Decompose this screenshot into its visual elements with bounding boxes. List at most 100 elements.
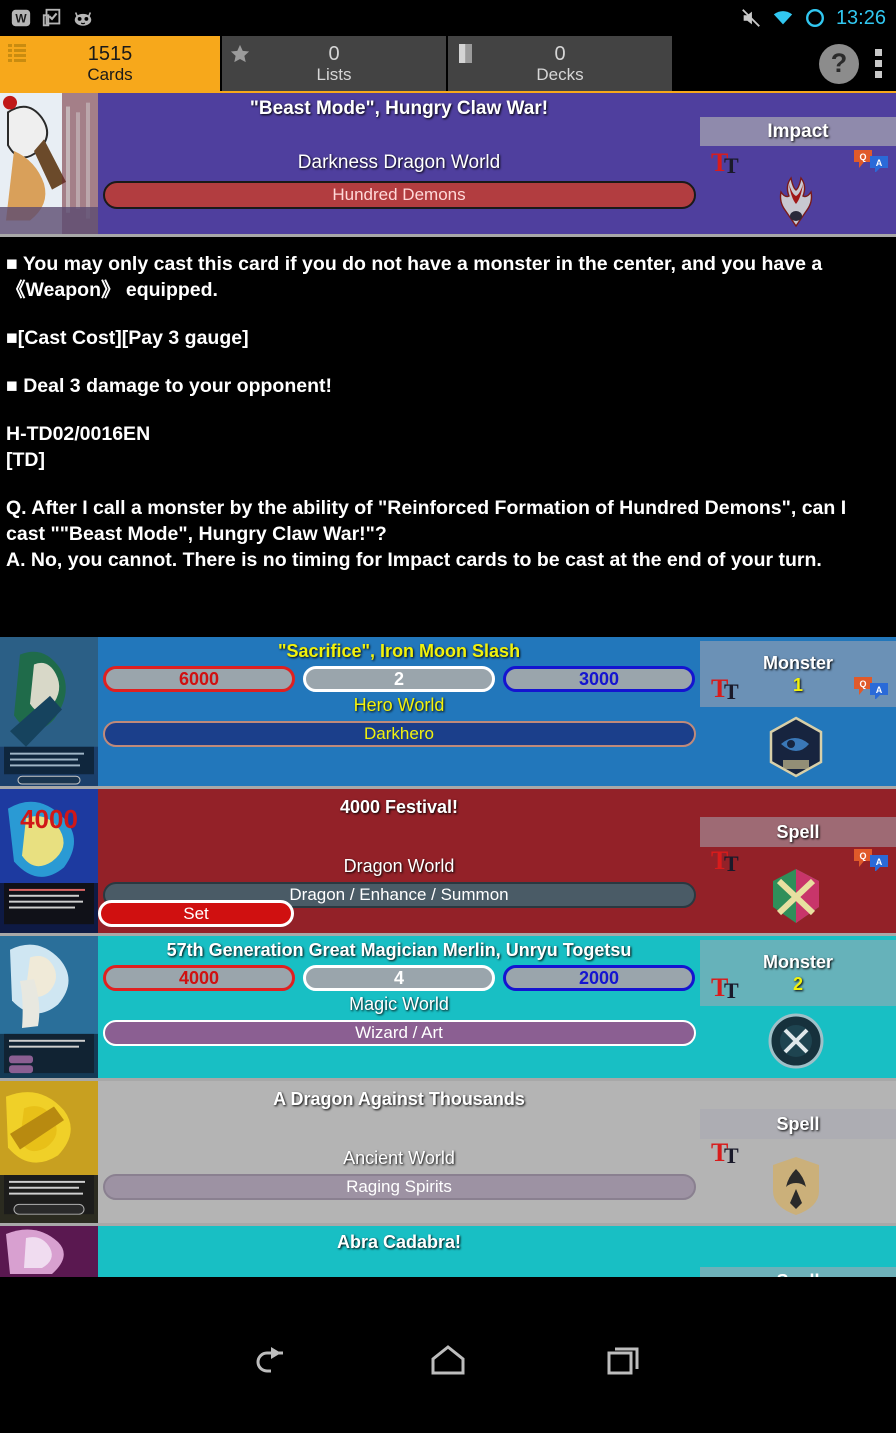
row-card-attribute: Darkhero — [102, 721, 696, 747]
row-thumbnail[interactable] — [0, 1081, 98, 1223]
tab-decks[interactable]: 0 Decks — [448, 36, 674, 91]
card-id: H-TD02/0016EN — [6, 423, 151, 445]
svg-text:T: T — [724, 153, 739, 177]
row-card-title: 57th Generation Great Magician Merlin, U… — [166, 940, 632, 960]
system-navigation-bar — [0, 1290, 896, 1433]
list-lines-icon — [8, 44, 26, 62]
qa-bubble-icon[interactable]: Q A — [852, 847, 890, 871]
text-size-icon[interactable]: T T — [710, 972, 746, 1002]
card-effect-line-2: ■[Cast Cost][Pay 3 gauge] — [6, 327, 249, 349]
card-art-merlin — [0, 936, 98, 1078]
row-card-title: Abra Cadabra! — [336, 1232, 462, 1252]
card-effect-line-1: ■ You may only cast this card if you do … — [6, 253, 823, 301]
card-art-abra-cadabra — [0, 1226, 98, 1277]
detail-card-attribute: Hundred Demons — [102, 181, 696, 209]
row-thumbnail[interactable] — [0, 936, 98, 1078]
card-qa-answer: A. No, you cannot. There is no timing fo… — [6, 549, 822, 571]
help-button[interactable]: ? — [819, 43, 859, 84]
tab-decks-label: Decks — [536, 64, 584, 84]
text-size-icon[interactable]: T T — [710, 147, 746, 177]
svg-text:4000: 4000 — [20, 806, 78, 834]
wifi-icon — [773, 11, 793, 25]
back-nav-icon[interactable] — [249, 1339, 295, 1385]
card-text-block: ■ You may only cast this card if you do … — [0, 237, 896, 637]
row-stat-critical: 4 — [303, 965, 495, 991]
tab-cards[interactable]: 1515 Cards — [0, 36, 222, 91]
row-card-world: Hero World — [353, 695, 445, 715]
row-body: 57th Generation Great Magician Merlin, U… — [98, 936, 700, 1078]
svg-text:A: A — [876, 857, 883, 867]
status-bar: W 13:26 — [0, 0, 896, 36]
row-body: Abra Cadabra! — [98, 1226, 700, 1277]
text-size-icon[interactable]: T T — [710, 845, 746, 875]
row-stat-power: 4000 — [103, 965, 295, 991]
qa-bubble-icon[interactable]: Q A — [852, 148, 890, 172]
clipboard-check-icon — [42, 8, 61, 27]
row-stats: 6000 2 3000 — [103, 666, 695, 692]
table-row[interactable]: 57th Generation Great Magician Merlin, U… — [0, 936, 896, 1081]
row-card-size: 1 — [792, 675, 803, 695]
tab-decks-count: 0 — [554, 42, 566, 65]
svg-text:A: A — [876, 158, 883, 168]
cyanogenmod-icon — [74, 12, 92, 26]
row-card-title: A Dragon Against Thousands — [273, 1089, 525, 1109]
svg-text:Q: Q — [859, 851, 866, 861]
row-body: 4000 Festival! Dragon World Dragon / Enh… — [98, 789, 700, 933]
card-thumbnail[interactable] — [0, 93, 98, 234]
home-nav-icon[interactable] — [425, 1339, 471, 1385]
detail-right-panel: Impact T T Q A — [696, 93, 896, 234]
row-card-type: Spell — [776, 1114, 820, 1134]
card-art-ancient-dragon — [0, 1081, 98, 1223]
row-type-badge: Spell — [700, 1109, 896, 1139]
table-row[interactable]: 4000 4000 Festival! Dragon World Dragon … — [0, 789, 896, 936]
row-card-type: Monster — [762, 653, 833, 673]
row-card-size: 2 — [792, 974, 803, 994]
row-thumbnail[interactable]: 4000 — [0, 789, 98, 933]
row-card-world: Dragon World — [343, 856, 455, 876]
row-set-button[interactable]: Set — [98, 900, 294, 927]
selected-card-detail[interactable]: "Beast Mode", Hungry Claw War! Darkness … — [0, 91, 896, 237]
recents-nav-icon[interactable] — [601, 1339, 647, 1385]
row-card-world: Magic World — [349, 994, 449, 1014]
hero-world-emblem-icon — [769, 716, 823, 778]
w-app-icon: W — [11, 9, 31, 27]
row-right-panel: Spell T T Q A — [696, 789, 896, 933]
text-size-icon[interactable]: T T — [710, 673, 746, 703]
volume-muted-icon — [742, 9, 760, 27]
row-thumbnail[interactable] — [0, 637, 98, 786]
table-row[interactable]: A Dragon Against Thousands Ancient World… — [0, 1081, 896, 1226]
card-effect-line-3: ■ Deal 3 damage to your opponent! — [6, 375, 332, 397]
svg-text:T: T — [724, 1143, 739, 1167]
overflow-menu-icon[interactable] — [873, 47, 884, 80]
card-list[interactable]: "Sacrifice", Iron Moon Slash 6000 2 3000… — [0, 637, 896, 1277]
row-body: A Dragon Against Thousands Ancient World… — [98, 1081, 700, 1223]
row-stats: 4000 4 2000 — [103, 965, 695, 991]
detail-body: "Beast Mode", Hungry Claw War! Darkness … — [98, 93, 700, 234]
row-card-title: "Sacrifice", Iron Moon Slash — [277, 641, 521, 661]
table-row[interactable]: Abra Cadabra! Spell — [0, 1226, 896, 1277]
row-right-panel: Monster 2 T T — [696, 936, 896, 1078]
row-stat-defense: 3000 — [503, 666, 695, 692]
clan-emblem-icon — [779, 176, 813, 228]
detail-card-world: Darkness Dragon World — [297, 152, 501, 173]
svg-text:T: T — [724, 978, 739, 1002]
tab-bar-actions: ? — [815, 36, 896, 91]
status-bar-system: 13:26 — [740, 7, 886, 30]
tab-lists[interactable]: 0 Lists — [222, 36, 448, 91]
status-bar-notifications: W — [10, 7, 94, 29]
row-right-panel: Spell — [696, 1226, 896, 1277]
table-row[interactable]: "Sacrifice", Iron Moon Slash 6000 2 3000… — [0, 637, 896, 789]
row-thumbnail[interactable] — [0, 1226, 98, 1277]
card-art-festival: 4000 — [0, 789, 98, 933]
svg-text:T: T — [724, 679, 739, 703]
tab-lists-label: Lists — [316, 64, 352, 84]
ancient-world-emblem-icon — [773, 1157, 819, 1215]
text-size-icon[interactable]: T T — [710, 1137, 746, 1167]
row-card-world: Ancient World — [343, 1148, 455, 1168]
card-art-impact — [0, 93, 98, 234]
circle-sync-icon — [805, 9, 824, 27]
svg-text:Q: Q — [859, 679, 866, 689]
qa-bubble-icon[interactable]: Q A — [852, 675, 890, 699]
row-stat-power: 6000 — [103, 666, 295, 692]
card-qa-question: Q. After I call a monster by the ability… — [6, 497, 847, 545]
